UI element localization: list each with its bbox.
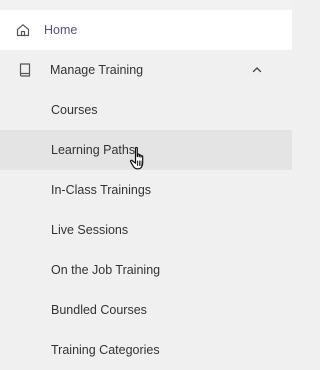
hand-pointer-cursor-icon	[129, 146, 144, 170]
nav-subitem-on-the-job-training[interactable]: On the Job Training	[0, 250, 292, 290]
nav-subitem-label: Live Sessions	[51, 223, 129, 237]
book-icon	[17, 62, 33, 78]
home-icon	[15, 22, 31, 38]
nav-subitem-label: Bundled Courses	[51, 303, 147, 317]
nav-subitem-in-class-trainings[interactable]: In-Class Trainings	[0, 170, 292, 210]
nav-subitem-label: On the Job Training	[51, 263, 161, 277]
nav-subitem-label: Training Categories	[51, 343, 160, 357]
nav-subitem-training-categories[interactable]: Training Categories	[0, 330, 292, 370]
nav-item-home-label: Home	[44, 23, 78, 37]
nav-item-manage-training-label: Manage Training	[50, 63, 144, 77]
nav-item-manage-training[interactable]: Manage Training	[0, 50, 292, 90]
chevron-up-icon[interactable]	[250, 63, 264, 77]
top-spacer	[0, 0, 292, 10]
nav-subitem-live-sessions[interactable]: Live Sessions	[0, 210, 292, 250]
nav-subitem-bundled-courses[interactable]: Bundled Courses	[0, 290, 292, 330]
nav-subitem-label: Learning Paths	[51, 143, 136, 157]
nav-subitem-courses[interactable]: Courses	[0, 90, 292, 130]
nav-subitem-label: Courses	[51, 103, 98, 117]
nav-subitem-label: In-Class Trainings	[51, 183, 152, 197]
nav-item-home[interactable]: Home	[0, 10, 292, 50]
